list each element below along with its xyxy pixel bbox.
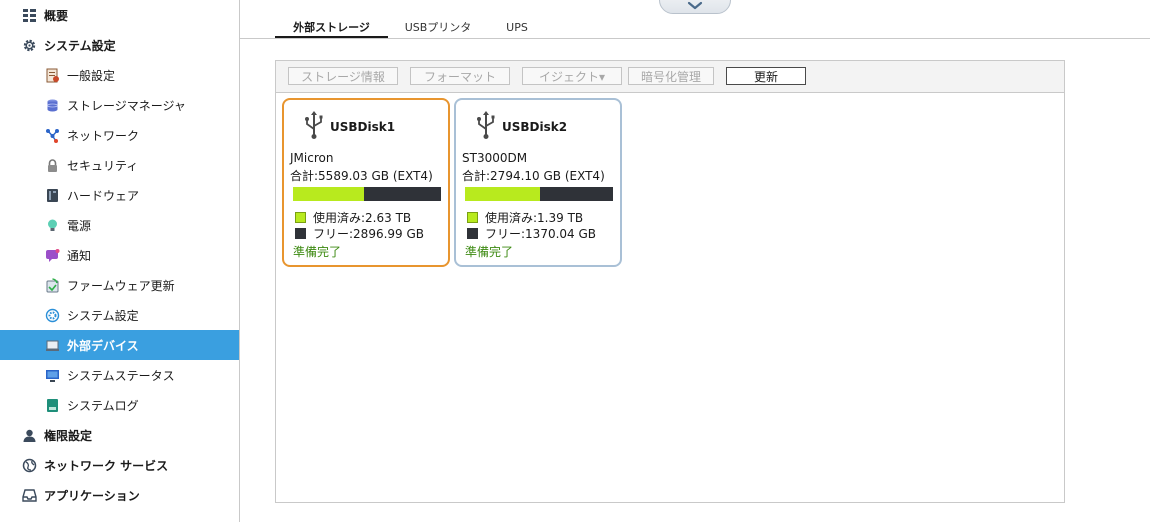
sidebar-item-network[interactable]: ネットワーク (0, 120, 239, 150)
sidebar-item-label: 電源 (67, 218, 92, 233)
globe-icon (22, 458, 37, 473)
device-card-usbdisk2[interactable]: USBDisk2 ST3000DM 合計:2794.10 GB (EXT4) 使… (454, 98, 622, 267)
sidebar-item-system-settings[interactable]: システム設定 (0, 30, 239, 60)
free-legend: フリー:2896.99 GB (295, 225, 424, 242)
lock-icon (45, 158, 60, 173)
gear-icon (22, 38, 37, 53)
usage-bar-fill (465, 187, 541, 201)
free-label: フリー:1370.04 GB (485, 227, 597, 241)
system-settings-icon (45, 308, 60, 323)
used-legend: 使用済み:1.39 TB (467, 209, 583, 226)
used-label: 使用済み:1.39 TB (485, 211, 584, 225)
hardware-icon (45, 188, 60, 203)
free-swatch (467, 228, 478, 239)
device-total-capacity: 合計:2794.10 GB (EXT4) (462, 169, 605, 183)
sidebar-item-label: ネットワーク (67, 128, 140, 143)
storage-stack-icon (45, 98, 60, 113)
usage-bar (293, 187, 441, 201)
sidebar-item-label: システムステータス (67, 368, 175, 383)
sidebar-item-label: ハードウェア (67, 188, 140, 203)
sidebar-item-applications[interactable]: アプリケーション (0, 480, 239, 510)
sidebar-item-label: システムログ (67, 398, 139, 413)
sidebar-item-label: 概要 (44, 8, 69, 23)
usb-icon (477, 111, 495, 139)
sidebar-item-firmware-update[interactable]: ファームウェア更新 (0, 270, 239, 300)
sidebar-item-notification[interactable]: 通知 (0, 240, 239, 270)
inbox-tray-icon (22, 488, 37, 503)
firmware-update-icon (45, 277, 60, 293)
sidebar-item-security[interactable]: セキュリティ (0, 150, 239, 180)
sidebar-item-label: アプリケーション (44, 488, 140, 503)
sidebar-item-general-settings[interactable]: 一般設定 (0, 60, 239, 90)
log-icon (45, 398, 60, 413)
toolbar: ストレージ情報 フォーマット イジェクト▾ 暗号化管理 更新 (276, 61, 1064, 93)
used-swatch (467, 212, 478, 223)
sidebar-item-external-device[interactable]: 外部デバイス (0, 330, 239, 360)
sidebar-item-label: セキュリティ (67, 158, 139, 173)
device-name: USBDisk1 (330, 120, 396, 134)
usage-bar (465, 187, 613, 201)
sidebar-item-label: システム設定 (67, 308, 139, 323)
overview-grid-icon (22, 8, 37, 23)
free-swatch (295, 228, 306, 239)
sidebar-item-hardware[interactable]: ハードウェア (0, 180, 239, 210)
sidebar-item-power[interactable]: 電源 (0, 210, 239, 240)
tab-divider (240, 38, 1150, 39)
general-settings-icon (45, 68, 60, 83)
encryption-management-button[interactable]: 暗号化管理 (628, 67, 714, 85)
monitor-icon (45, 368, 60, 383)
sidebar-item-storage-manager[interactable]: ストレージマネージャ (0, 90, 239, 120)
sidebar-item-label: システム設定 (44, 38, 116, 53)
status-label: 準備完了 (293, 245, 342, 259)
sidebar-item-label: ファームウェア更新 (67, 278, 175, 293)
tab-ups[interactable]: UPS (496, 21, 538, 38)
refresh-button[interactable]: 更新 (726, 67, 806, 85)
usage-bar-fill (293, 187, 365, 201)
sidebar-item-label: ネットワーク サービス (44, 458, 169, 473)
sidebar: 概要 システム設定 一般設定 ストレージマネージャ ネットワーク セキュリティ (0, 0, 240, 522)
usb-icon (305, 111, 323, 139)
device-total-capacity: 合計:5589.03 GB (EXT4) (290, 169, 433, 183)
free-label: フリー:2896.99 GB (313, 227, 425, 241)
sidebar-item-label: ストレージマネージャ (67, 98, 186, 113)
device-model: ST3000DM (462, 151, 528, 165)
sidebar-item-privileges[interactable]: 権限設定 (0, 420, 239, 450)
sidebar-item-label: 一般設定 (67, 68, 116, 83)
external-device-icon (45, 338, 60, 353)
power-bulb-icon (45, 218, 60, 233)
sidebar-item-label: 権限設定 (44, 428, 93, 443)
sidebar-item-system-log[interactable]: システムログ (0, 390, 239, 420)
sidebar-item-overview[interactable]: 概要 (0, 0, 239, 30)
network-nodes-icon (45, 128, 60, 143)
sidebar-item-network-services[interactable]: ネットワーク サービス (0, 450, 239, 480)
eject-button[interactable]: イジェクト▾ (522, 67, 622, 85)
used-label: 使用済み:2.63 TB (313, 211, 412, 225)
used-swatch (295, 212, 306, 223)
device-name: USBDisk2 (502, 120, 568, 134)
used-legend: 使用済み:2.63 TB (295, 209, 411, 226)
sidebar-item-system-status[interactable]: システムステータス (0, 360, 239, 390)
user-icon (22, 428, 37, 443)
sidebar-item-label: 外部デバイス (67, 338, 139, 353)
free-legend: フリー:1370.04 GB (467, 225, 596, 242)
sidebar-item-label: 通知 (67, 248, 92, 263)
notification-icon (45, 248, 60, 263)
tab-bar: 外部ストレージ USBプリンタ UPS (240, 0, 1150, 40)
storage-info-button[interactable]: ストレージ情報 (288, 67, 398, 85)
device-card-usbdisk1[interactable]: USBDisk1 JMicron 合計:5589.03 GB (EXT4) 使用… (282, 98, 450, 267)
sidebar-item-system-config[interactable]: システム設定 (0, 300, 239, 330)
device-model: JMicron (290, 151, 334, 165)
format-button[interactable]: フォーマット (410, 67, 510, 85)
status-label: 準備完了 (465, 245, 514, 259)
tab-usb-printer[interactable]: USBプリンタ (398, 21, 478, 38)
tab-external-storage[interactable]: 外部ストレージ (275, 21, 388, 38)
